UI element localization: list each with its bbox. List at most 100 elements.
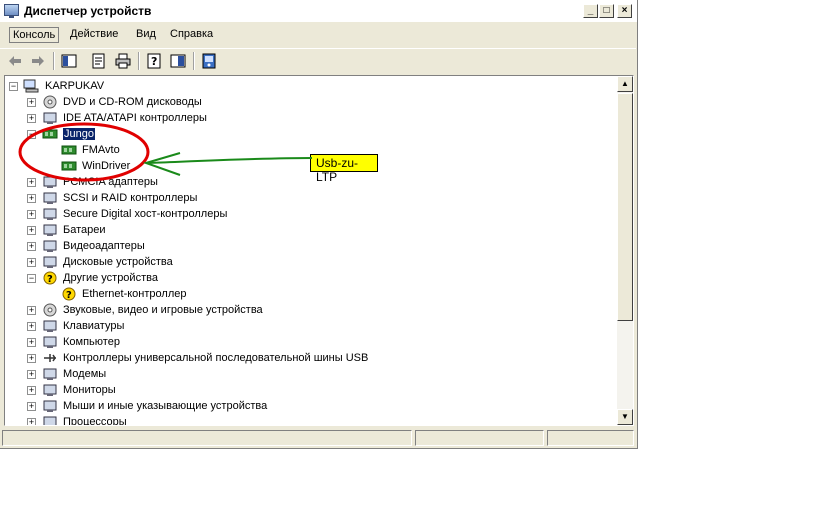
title-bar[interactable]: Диспетчер устройств _ □ × [0, 0, 637, 22]
print-icon[interactable] [115, 53, 131, 69]
device-manager-icon [4, 4, 19, 18]
help-icon[interactable]: ? [146, 53, 162, 69]
tree-item-label: Процессоры [63, 416, 127, 426]
back-arrow-icon[interactable] [7, 53, 23, 69]
status-pane-main [2, 430, 412, 446]
expand-toggle[interactable]: + [27, 418, 36, 425]
battery-icon [43, 224, 57, 236]
toolbar-separator [138, 52, 140, 70]
speaker-icon [43, 303, 57, 317]
expand-toggle[interactable]: + [27, 178, 36, 187]
status-bar [2, 428, 636, 446]
computer-icon [43, 336, 57, 348]
svg-text:?: ? [151, 55, 157, 68]
ide-controller-icon [43, 112, 57, 124]
unknown-device-icon: ? [43, 271, 57, 285]
tree-item-label: Батареи [63, 224, 106, 236]
scroll-up-button[interactable]: ▲ [617, 76, 633, 92]
maximize-button[interactable]: □ [599, 4, 614, 18]
expand-toggle[interactable]: + [27, 354, 36, 363]
monitor-icon [43, 384, 57, 396]
tree-item-label: Контроллеры универсальной последовательн… [63, 352, 369, 364]
tree-item-label: WinDriver [82, 160, 131, 172]
menu-console[interactable]: Консоль [9, 27, 60, 43]
tree-item-label: Мониторы [63, 384, 116, 396]
properties-icon[interactable] [91, 53, 107, 69]
minimize-button[interactable]: _ [583, 4, 598, 18]
expand-toggle[interactable]: + [27, 338, 36, 347]
menu-view[interactable]: Вид [136, 28, 156, 40]
board-icon [61, 145, 77, 155]
warning-device-icon: ? [62, 287, 76, 301]
close-button[interactable]: × [617, 4, 632, 18]
scan-hardware-icon[interactable] [201, 53, 217, 69]
expand-toggle[interactable]: + [27, 242, 36, 251]
svg-text:?: ? [47, 274, 53, 285]
tree-item-label: Jungo [63, 128, 95, 140]
sd-host-icon [43, 208, 57, 220]
status-pane-2 [415, 430, 544, 446]
expand-toggle[interactable]: + [27, 210, 36, 219]
usb-icon [44, 354, 56, 362]
keyboard-icon [43, 320, 57, 332]
tree-item-label: Звуковые, видео и игровые устройства [63, 304, 263, 316]
tree-item-label: PCMCIA адаптеры [63, 176, 158, 188]
console-tree-icon[interactable] [170, 53, 186, 69]
menu-help[interactable]: Справка [170, 28, 213, 40]
tree-item-label: Мыши и иные указывающие устройства [63, 400, 268, 412]
device-tree[interactable]: − KARPUKAV + DVD и CD-ROM дисководы + IDE A… [4, 75, 634, 426]
annotation-callout: Usb-zu-LTP [310, 154, 378, 184]
expand-toggle[interactable]: + [27, 194, 36, 203]
scsi-icon [43, 192, 57, 204]
expand-toggle[interactable]: + [27, 258, 36, 267]
expand-toggle[interactable]: + [27, 226, 36, 235]
tree-item-label: Дисковые устройства [63, 256, 173, 268]
expand-toggle[interactable]: + [27, 98, 36, 107]
expand-toggle[interactable]: + [27, 322, 36, 331]
computer-icon [23, 79, 39, 93]
tree-item-label: SCSI и RAID контроллеры [63, 192, 198, 204]
collapse-toggle[interactable]: − [9, 82, 18, 91]
scroll-thumb[interactable] [617, 93, 633, 321]
expand-toggle[interactable]: + [27, 370, 36, 379]
forward-arrow-icon[interactable] [30, 53, 46, 69]
toolbar: ? [0, 48, 636, 74]
pcmcia-icon [43, 176, 57, 188]
tree-item-label: FMAvto [82, 144, 120, 156]
expand-toggle[interactable]: + [27, 114, 36, 123]
show-hide-tree-icon[interactable] [61, 53, 77, 69]
tree-item-label: Клавиатуры [63, 320, 125, 332]
tree-item-label: Ethernet-контроллер [82, 288, 187, 300]
expand-toggle[interactable]: + [27, 386, 36, 395]
expand-toggle[interactable]: + [27, 306, 36, 315]
tree-item-label: Модемы [63, 368, 107, 380]
display-adapter-icon [43, 240, 57, 252]
menu-action[interactable]: Действие [70, 28, 118, 40]
expand-toggle[interactable]: + [27, 402, 36, 411]
menu-bar: Консоль Действие Вид Справка [0, 24, 636, 47]
tree-item-label: Secure Digital хост-контроллеры [63, 208, 228, 220]
cdrom-icon [43, 95, 57, 109]
board-icon [61, 161, 77, 171]
window-title: Диспетчер устройств [24, 4, 152, 18]
svg-text:?: ? [66, 290, 72, 301]
scroll-down-button[interactable]: ▼ [617, 409, 633, 425]
toolbar-separator [193, 52, 195, 70]
collapse-toggle[interactable]: − [27, 130, 36, 139]
tree-item-label: IDE ATA/ATAPI контроллеры [63, 112, 207, 124]
status-pane-3 [547, 430, 634, 446]
collapse-toggle[interactable]: − [27, 274, 36, 283]
disk-drive-icon [43, 256, 57, 268]
board-icon [42, 129, 58, 139]
tree-root-label: KARPUKAV [45, 80, 105, 92]
vertical-scrollbar[interactable]: ▲ ▼ [617, 76, 633, 425]
tree-item-label: Компьютер [63, 336, 120, 348]
tree-item-label: Другие устройства [63, 272, 158, 284]
device-manager-window: Диспетчер устройств _ □ × Консоль Действ… [0, 0, 638, 449]
processor-icon [43, 416, 57, 425]
toolbar-separator [53, 52, 55, 70]
mouse-icon [43, 400, 57, 412]
modem-icon [43, 368, 57, 380]
tree-item-label: DVD и CD-ROM дисководы [63, 96, 202, 108]
tree-item-label: Видеоадаптеры [63, 240, 145, 252]
